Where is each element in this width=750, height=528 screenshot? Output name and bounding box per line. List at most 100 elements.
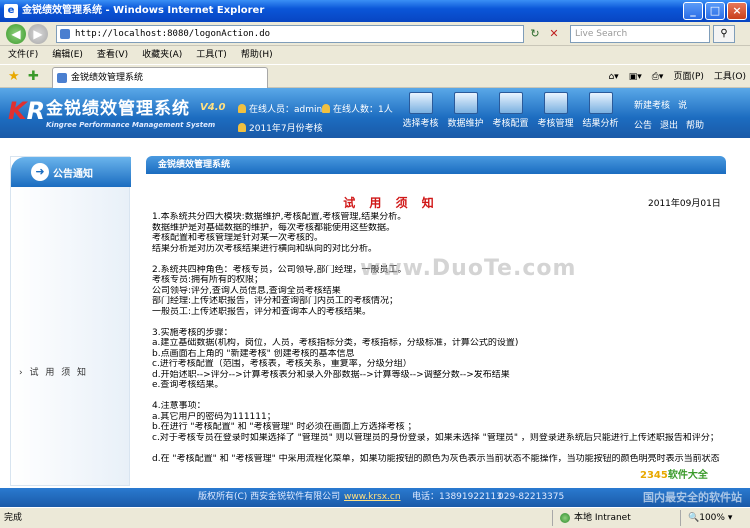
- tab-label: 金锐绩效管理系统: [71, 73, 144, 83]
- review-period: 2011年7月份考核: [238, 121, 323, 134]
- sidebar-item-trial-notes[interactable]: › 试 用 须 知: [19, 365, 88, 378]
- notice-line: [152, 317, 726, 328]
- footer-copyright: 版权所有(C) 西安金锐软件有限公司: [198, 492, 341, 502]
- notice-line: a.其它用户的密码为111111；: [152, 411, 276, 422]
- nav-result-analysis[interactable]: 结果分析: [578, 92, 623, 129]
- menu-file[interactable]: 文件(F): [8, 46, 38, 64]
- config-icon: [498, 92, 523, 114]
- menu-favorites[interactable]: 收藏夹(A): [142, 46, 182, 64]
- notice-line: 数据维护是对基础数据的维护，每次考核都能使用这些数据。: [152, 222, 396, 233]
- footer-site-link[interactable]: www.krsx.cn: [344, 488, 401, 507]
- window-titlebar[interactable]: e 金锐绩效管理系统 - Windows Internet Explorer _…: [0, 0, 750, 22]
- nav-select-review[interactable]: 选择考核: [398, 92, 443, 129]
- notice-line: a.建立基础数据(机构，岗位，人员，考核指标分类，考核指标，分级标准，计算公式的…: [152, 338, 519, 348]
- window-title: 金锐绩效管理系统 - Windows Internet Explorer: [22, 5, 265, 16]
- app-footer: 版权所有(C) 西安金锐软件有限公司 www.krsx.cn 电话：138919…: [0, 488, 750, 507]
- refresh-icon[interactable]: ↻: [527, 25, 543, 43]
- online-count: 在线人数：1人: [322, 102, 393, 115]
- footer-phone: 电话：13891922113: [412, 492, 502, 502]
- close-button[interactable]: ×: [727, 2, 747, 20]
- user-icon: [238, 104, 246, 113]
- minimize-button[interactable]: _: [683, 2, 703, 20]
- app-subtitle: Kingree Performance Management System: [46, 121, 216, 129]
- address-toolbar: ◀ ▶ http://localhost:8080/logonAction.do…: [0, 22, 750, 46]
- address-field[interactable]: http://localhost:8080/logonAction.do: [56, 25, 524, 43]
- nav-review-config[interactable]: 考核配置: [488, 92, 533, 129]
- maximize-button[interactable]: □: [705, 2, 725, 20]
- app-title: 金锐绩效管理系统: [46, 99, 190, 119]
- notice-line: [152, 443, 726, 454]
- home-icon[interactable]: ⌂▾: [608, 69, 618, 85]
- status-text: 完成: [4, 513, 23, 523]
- exit-button[interactable]: 退出: [660, 121, 678, 131]
- brand-logo: 2345软件大全: [640, 470, 708, 481]
- notice-line: 一般员工:上传述职报告，评分和查询本人的考核结果。: [152, 306, 372, 317]
- arrow-right-icon: ➜: [31, 163, 49, 181]
- notice-line: 公司领导:评分,查询人员信息,查询全员考核结果: [152, 285, 341, 296]
- kr-logo-icon: KR: [8, 97, 46, 125]
- page-icon: [60, 29, 70, 39]
- watermark-text: www.DuoTe.com: [360, 256, 577, 281]
- tools-menu[interactable]: 工具(O): [714, 69, 746, 85]
- notice-line: 考核配置和考核管理是针对某一次考核的。: [152, 233, 324, 243]
- notice-line: d.开始述职-->评分-->计算考核表分和录入外部数据-->计算等级-->调整分…: [152, 369, 510, 380]
- status-divider: [552, 510, 553, 526]
- online-user: 在线人员：admin: [238, 102, 322, 115]
- page-viewport: KR 金锐绩效管理系统 V4.0 Kingree Performance Man…: [0, 88, 750, 507]
- data-icon: [453, 92, 478, 114]
- page-menu[interactable]: 页面(P): [673, 69, 703, 85]
- chart-icon: [588, 92, 613, 114]
- new-review-button[interactable]: 新建考核: [634, 101, 670, 111]
- notice-button[interactable]: 公告: [634, 121, 652, 131]
- nav-data-maintenance[interactable]: 数据维护: [443, 92, 488, 129]
- search-input[interactable]: Live Search: [570, 25, 710, 43]
- favorites-star-icon[interactable]: ★: [8, 69, 20, 84]
- notice-line: d.在 "考核配置" 和 "考核管理" 中采用流程化菜单，如果功能按钮的颜色为灰…: [152, 453, 720, 464]
- ie-icon: e: [4, 4, 18, 18]
- notice-line: c.进行考核配置（范围，考核表，考核关系，重复率，分级分组）: [152, 359, 412, 369]
- notice-line: e.查询考核结果。: [152, 380, 224, 390]
- panel-header: 金锐绩效管理系统: [146, 156, 726, 174]
- forward-button[interactable]: ▶: [28, 24, 48, 44]
- menu-edit[interactable]: 编辑(E): [52, 46, 83, 64]
- select-icon: [408, 92, 433, 114]
- sidebar: ➜ 公告通知 › 试 用 须 知: [10, 156, 131, 486]
- notice-line: 结果分析是对历次考核结果进行横向和纵向的对比分析。: [152, 243, 378, 254]
- search-icon[interactable]: ⚲: [713, 25, 735, 43]
- sidebar-title: 公告通知: [53, 169, 93, 180]
- users-icon: [322, 104, 330, 113]
- nav-review-manage[interactable]: 考核管理: [533, 92, 578, 129]
- menu-view[interactable]: 查看(V): [97, 46, 128, 64]
- zone-indicator: 本地 Intranet: [560, 508, 631, 528]
- menu-tools[interactable]: 工具(T): [196, 46, 227, 64]
- help-button[interactable]: 帮助: [686, 121, 704, 131]
- stop-icon[interactable]: ✕: [546, 25, 562, 43]
- notice-line: 4.注意事项：: [152, 401, 206, 411]
- tab-current[interactable]: 金锐绩效管理系统: [52, 67, 268, 88]
- status-bar: 完成 本地 Intranet 🔍100% ▾: [0, 507, 750, 528]
- status-divider: [680, 510, 681, 526]
- footer-phone2: 029-82213375: [498, 492, 565, 502]
- menu-bar: 文件(F) 编辑(E) 查看(V) 收藏夹(A) 工具(T) 帮助(H): [0, 46, 750, 64]
- notice-line: b.点画面右上角的 "新建考核" 创建考核的基本信息: [152, 348, 355, 359]
- notice-title: 试 用 须 知: [343, 196, 439, 210]
- add-favorite-icon[interactable]: ✚: [28, 69, 39, 84]
- notice-line: [152, 391, 726, 402]
- zoom-control[interactable]: 🔍100% ▾: [688, 508, 732, 528]
- notice-body: 1.本系统共分四大模块:数据维护,考核配置,考核管理,结果分析。 数据维护是对基础…: [152, 212, 726, 464]
- print-icon[interactable]: ⎙▾: [652, 69, 664, 85]
- footer-slogan: 国内最安全的软件站: [643, 491, 742, 504]
- favorites-bar: ★ ✚ 金锐绩效管理系统 ⌂▾ ▣▾ ⎙▾ 页面(P) 工具(O): [0, 64, 750, 88]
- notice-line: 1.本系统共分四大模块:数据维护,考核配置,考核管理,结果分析。: [152, 212, 407, 222]
- notice-line: c.对于考核专员在登录时如果选择了 "管理员" 则以管理员的身份登录，如果未选择…: [152, 432, 719, 443]
- app-header: KR 金锐绩效管理系统 V4.0 Kingree Performance Man…: [0, 88, 750, 138]
- back-button[interactable]: ◀: [6, 24, 26, 44]
- address-url: http://localhost:8080/logonAction.do: [75, 29, 271, 39]
- feeds-icon[interactable]: ▣▾: [629, 69, 642, 85]
- notice-line: 3.实施考核的步骤：: [152, 327, 233, 338]
- notice-line: b.在进行 "考核配置" 和 "考核管理" 时必须在画面上方选择考核 ；: [152, 422, 417, 432]
- more-link[interactable]: 说: [678, 101, 687, 111]
- menu-help[interactable]: 帮助(H): [241, 46, 273, 64]
- notice-panel: 金锐绩效管理系统 试 用 须 知 2011年09月01日 1.本系统共分四大模块…: [146, 156, 726, 486]
- manage-icon: [543, 92, 568, 114]
